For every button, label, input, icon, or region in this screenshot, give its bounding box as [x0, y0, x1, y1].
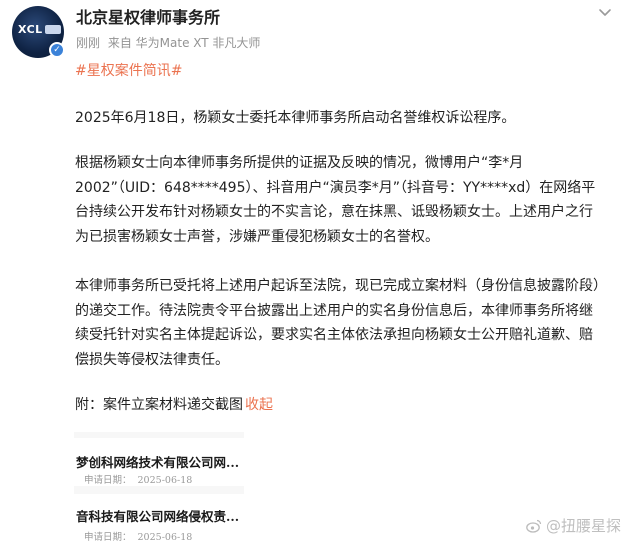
case-card: 梦创科网络技术有限公司网... 申请日期： 2025-06-18 [74, 438, 244, 486]
account-name[interactable]: 北京星权律师事务所 [76, 8, 220, 28]
hashtag-link[interactable]: #星权案件简讯# [75, 61, 182, 81]
post-paragraph: 本律师事务所已受托将上述用户起诉至法院，现已完成立案材料（身份信息披露阶段）的递… [75, 278, 600, 369]
attachment-label: 附：案件立案材料递交截图 [75, 397, 243, 413]
case-date: 申请日期： 2025-06-18 [84, 472, 192, 486]
post-paragraph: 2025年6月18日，杨颖女士委托本律师事务所启动名誉维权诉讼程序。 [75, 110, 516, 126]
watermark: @扭腰星探 [526, 517, 621, 535]
avatar-logo-text: XCL [18, 23, 43, 36]
case-date-value: 2025-06-18 [137, 532, 193, 543]
avatar-logo-mark [45, 25, 61, 34]
case-date-label: 申请日期： [84, 532, 132, 543]
case-title: 音科技有限公司网络侵权责... [76, 509, 240, 524]
post-meta: 刚刚 来自 华为Mate XT 非凡大师 [76, 35, 264, 51]
weibo-logo-icon [526, 519, 542, 533]
post-source[interactable]: 来自 华为Mate XT 非凡大师 [108, 36, 261, 50]
post-paragraph: 根据杨颖女士向本律师事务所提供的证据及反映的情况，微博用户“李*月2002”（U… [75, 155, 596, 246]
case-date: 申请日期： 2025-06-18 [84, 529, 192, 543]
case-date-label: 申请日期： [84, 475, 132, 486]
case-title: 梦创科网络技术有限公司网... [76, 455, 240, 470]
attachment-line: 附：案件立案材料递交截图 收起 [75, 395, 273, 415]
case-date-value: 2025-06-18 [137, 475, 193, 486]
case-card: 音科技有限公司网络侵权责... 申请日期： 2025-06-18 [74, 494, 244, 543]
post-time: 刚刚 [76, 36, 101, 50]
chevron-down-icon[interactable] [597, 4, 613, 20]
verified-badge-icon: ✓ [49, 42, 65, 58]
watermark-text: @扭腰星探 [545, 517, 621, 535]
collapse-link[interactable]: 收起 [245, 397, 273, 413]
attachment-image[interactable]: 梦创科网络技术有限公司网... 申请日期： 2025-06-18 音科技有限公司网… [74, 432, 244, 543]
